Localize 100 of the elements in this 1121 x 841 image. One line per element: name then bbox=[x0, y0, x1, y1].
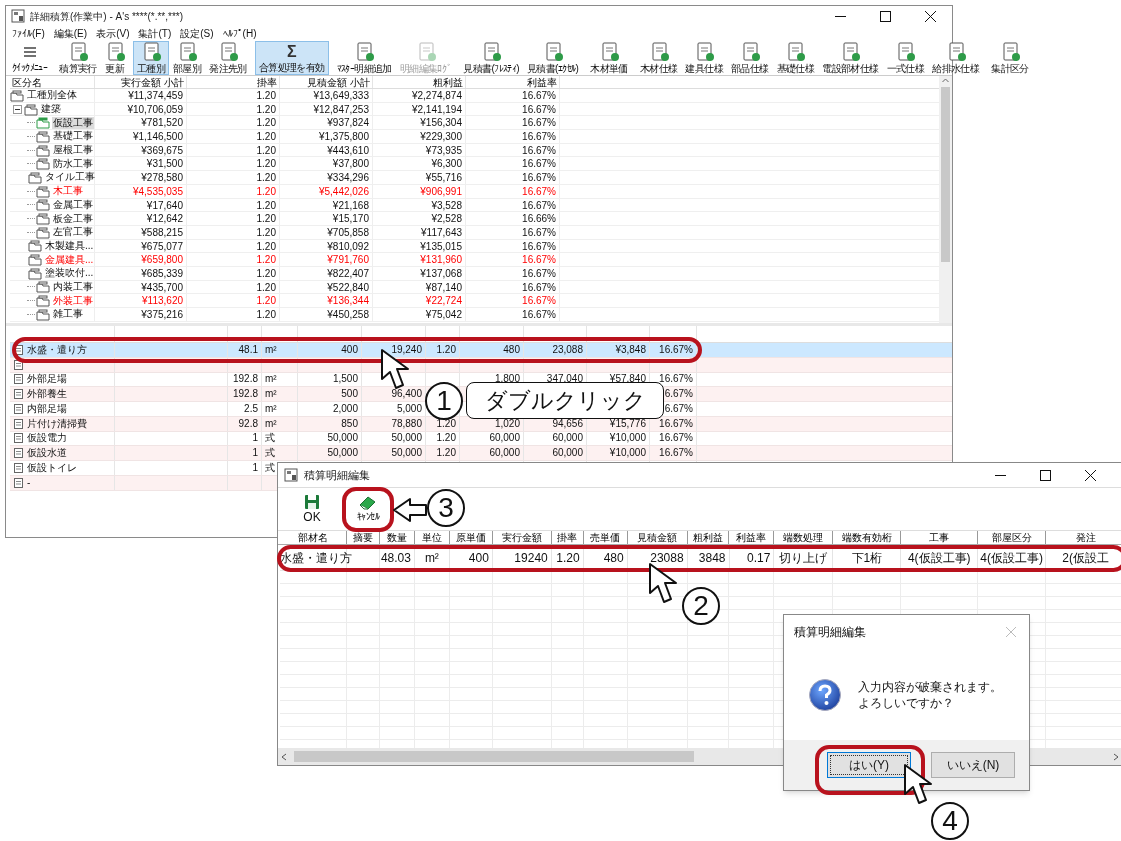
table-cell: 16.67% bbox=[659, 417, 693, 430]
table-cell: ¥278,580 bbox=[95, 171, 187, 184]
table-cell: 48.1 bbox=[238, 343, 258, 356]
table-cell: 480 bbox=[503, 343, 520, 356]
table-cell: ¥2,141,194 bbox=[373, 102, 466, 116]
table-cell: 1.20 bbox=[436, 417, 456, 430]
table-cell: 50,000 bbox=[391, 447, 422, 460]
table-cell: ¥15,776 bbox=[609, 417, 646, 430]
table-cell: 仮設電力 bbox=[27, 432, 67, 445]
table-cell: 16.67% bbox=[466, 171, 560, 184]
table-cell: ¥113,620 bbox=[95, 294, 187, 307]
table-cell: 16.67% bbox=[659, 447, 693, 460]
table-cell: 1.20 bbox=[187, 89, 280, 102]
table-cell: ¥12,642 bbox=[95, 212, 187, 225]
table-cell: ¥810,092 bbox=[280, 239, 373, 253]
table-cell-text: m² bbox=[424, 549, 439, 567]
table-cell: 仮設トイレ bbox=[27, 461, 77, 474]
table-cell: 1.20 bbox=[187, 239, 280, 253]
table-cell: 式 bbox=[265, 447, 275, 460]
table-cell: 50,000 bbox=[327, 432, 358, 445]
table-cell: 外部養生 bbox=[27, 388, 67, 401]
table-cell: ¥588,215 bbox=[95, 225, 187, 239]
table-cell: 6.67% bbox=[664, 388, 693, 401]
table-cell: 1 bbox=[252, 447, 258, 460]
table-cell: ¥229,300 bbox=[373, 130, 466, 143]
table-cell: 1.20 bbox=[187, 184, 280, 198]
table-cell: ¥791,760 bbox=[280, 253, 373, 266]
table-cell: 16.67% bbox=[466, 253, 560, 266]
table-cell-text: 4(仮設工事) bbox=[980, 549, 1043, 567]
table-cell: ¥1,146,500 bbox=[95, 130, 187, 143]
table-cell: 16.67% bbox=[466, 184, 560, 198]
table-cell: 1 bbox=[252, 461, 258, 474]
table-cell: 1.20 bbox=[187, 294, 280, 307]
table-cell: ¥117,643 bbox=[373, 225, 466, 239]
table-cell: ¥21,168 bbox=[280, 198, 373, 212]
table-cell: 6.67% bbox=[664, 402, 693, 415]
table-cell: ¥1,375,800 bbox=[280, 130, 373, 143]
table-cell: 16.67% bbox=[466, 308, 560, 321]
table-cell-text: 4(仮設工事) bbox=[907, 549, 971, 567]
table-cell: 外部足場 bbox=[27, 373, 67, 386]
table-cell: 1.20 bbox=[187, 225, 280, 239]
table-cell: ¥73,935 bbox=[373, 143, 466, 157]
table-cell: 16.67% bbox=[466, 116, 560, 130]
table-cell: 1.20 bbox=[187, 280, 280, 294]
table-cell: ¥443,610 bbox=[280, 143, 373, 157]
table-cell: 1,020 bbox=[494, 417, 520, 430]
table-cell: ¥131,960 bbox=[373, 253, 466, 266]
callout-label: ダブルクリック bbox=[466, 382, 664, 419]
table-cell: ¥822,407 bbox=[280, 266, 373, 280]
table-cell: 仮設水道 bbox=[27, 447, 67, 460]
table-cell: ¥10,000 bbox=[609, 447, 646, 460]
table-cell: 16.67% bbox=[466, 294, 560, 307]
table-cell: ¥369,675 bbox=[95, 143, 187, 157]
table-cell-text: 400 bbox=[468, 549, 489, 567]
table-cell-text: 下1桁 bbox=[851, 549, 883, 567]
table-cell: ¥2,274,874 bbox=[373, 89, 466, 102]
table-cell: ¥75,042 bbox=[373, 308, 466, 321]
table-cell: ¥334,296 bbox=[280, 171, 373, 184]
table-cell: 78,880 bbox=[391, 417, 422, 430]
table-cell: 式 bbox=[265, 432, 275, 445]
table-cell: 60,000 bbox=[489, 432, 520, 445]
table-cell: m² bbox=[265, 373, 277, 386]
table-cell: 94,656 bbox=[552, 417, 583, 430]
table-cell-text: 0.17 bbox=[747, 549, 771, 567]
table-cell: ¥10,706,059 bbox=[95, 102, 187, 116]
table-cell: ¥659,800 bbox=[95, 253, 187, 266]
table-cell: ¥31,500 bbox=[95, 157, 187, 171]
table-cell: ¥3,528 bbox=[373, 198, 466, 212]
table-cell-text: 切り上げ bbox=[779, 549, 828, 567]
table-cell: 16.67% bbox=[659, 432, 693, 445]
table-cell: 96,400 bbox=[391, 388, 422, 401]
table-cell: 16.67% bbox=[466, 280, 560, 294]
table-cell: 16.67% bbox=[466, 130, 560, 143]
table-cell: ¥17,640 bbox=[95, 198, 187, 212]
table-cell: ¥937,824 bbox=[280, 116, 373, 130]
table-cell-text: 1.20 bbox=[556, 549, 580, 567]
table-cell: 16.66% bbox=[466, 212, 560, 225]
table-cell: 1.20 bbox=[187, 253, 280, 266]
step-number: 4 bbox=[931, 802, 969, 840]
table-cell: 1.20 bbox=[187, 157, 280, 171]
table-cell: 16.67% bbox=[466, 143, 560, 157]
table-cell: ¥37,800 bbox=[280, 157, 373, 171]
table-cell: 5,000 bbox=[396, 402, 422, 415]
table-cell: ¥22,724 bbox=[373, 294, 466, 307]
table-cell: 1.20 bbox=[187, 212, 280, 225]
table-cell: 2,000 bbox=[332, 402, 358, 415]
table-cell: ¥87,140 bbox=[373, 280, 466, 294]
table-cell: 1.20 bbox=[436, 432, 456, 445]
table-cell: ¥375,216 bbox=[95, 308, 187, 321]
table-cell: ¥13,649,333 bbox=[280, 89, 373, 102]
table-cell-text: 19240 bbox=[514, 549, 548, 567]
table-cell: ¥675,077 bbox=[95, 239, 187, 253]
table-cell: 2.5 bbox=[244, 402, 258, 415]
table-cell: 500 bbox=[341, 388, 358, 401]
table-cell: 1,500 bbox=[332, 373, 358, 386]
table-cell: 23,088 bbox=[552, 343, 583, 356]
table-cell: 16.67% bbox=[466, 198, 560, 212]
table-cell: ¥450,258 bbox=[280, 308, 373, 321]
table-cell: ¥2,528 bbox=[373, 212, 466, 225]
table-cell: 92.8 bbox=[238, 417, 258, 430]
